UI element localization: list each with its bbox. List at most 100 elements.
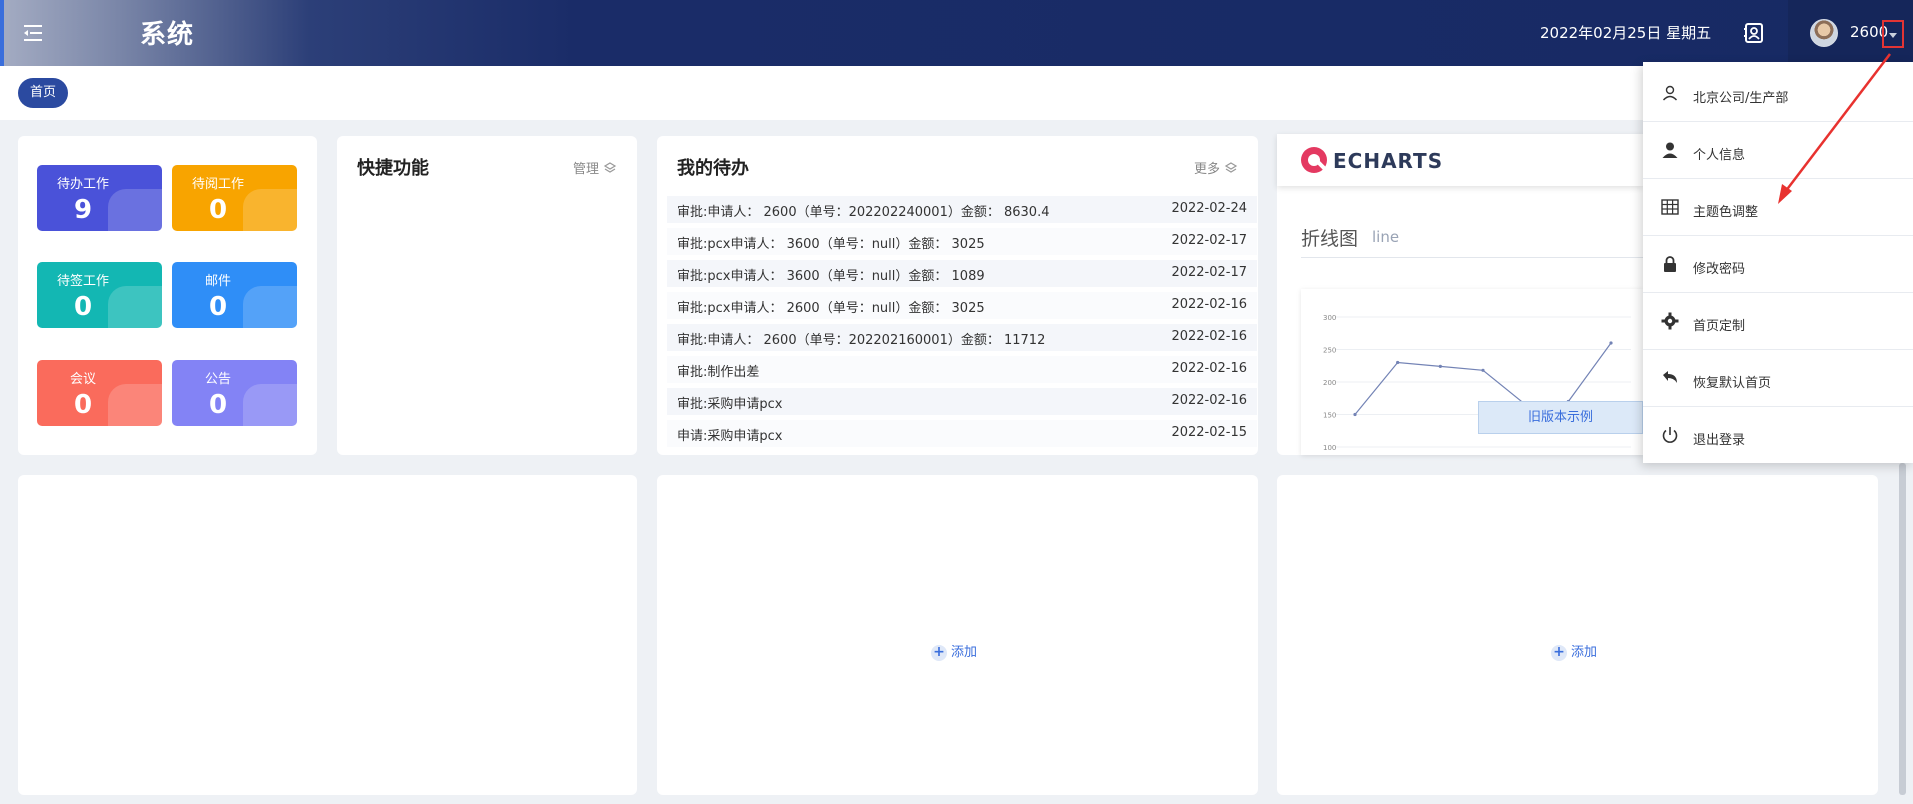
echarts-divider xyxy=(1301,257,1643,258)
stats-card: 待办工作 9 待阅工作 0 待签工作 0 邮件 0 会议 0 公告 0 xyxy=(18,136,317,455)
tile-value: 0 xyxy=(73,390,93,420)
chart-point xyxy=(1609,341,1613,345)
todo-row[interactable]: 审批:申请人： 2600（单号：202202160001）金额： 11712 20… xyxy=(667,324,1257,351)
todo-date: 2022-02-17 xyxy=(1171,233,1247,248)
todo-row[interactable]: 申请:采购申请pcx 2022-02-15 xyxy=(667,420,1257,447)
user-solid-icon xyxy=(1662,142,1678,158)
contacts-icon[interactable] xyxy=(1742,21,1766,45)
tab-home[interactable]: 首页 xyxy=(18,78,69,108)
add-widget-button[interactable]: + 添加 xyxy=(931,641,977,661)
todo-date: 2022-02-24 xyxy=(1171,201,1247,216)
todo-text: 审批:申请人： 2600（单号：202202160001）金额： 11712 xyxy=(677,333,1046,348)
layers-icon xyxy=(1224,162,1238,173)
empty-widget-card-3: + 添加 xyxy=(1277,475,1878,795)
menu-item-logout[interactable]: 退出登录 xyxy=(1643,408,1913,464)
todo-row[interactable]: 审批:采购申请pcx 2022-02-16 xyxy=(667,388,1257,415)
todo-date: 2022-02-16 xyxy=(1171,297,1247,312)
todo-row[interactable]: 审批:pcx申请人： 3600（单号：null）金额： 1089 2022-02-… xyxy=(667,260,1257,287)
tile-label: 会议 xyxy=(69,372,96,387)
gear-icon xyxy=(1661,312,1679,330)
lock-icon xyxy=(1664,256,1676,272)
header-date: 2022年02月25日 星期五 xyxy=(1540,24,1712,42)
grid-icon xyxy=(1661,199,1679,215)
quick-functions-card: 快捷功能 管理 xyxy=(337,136,637,455)
echarts-chart-title: 折线图 xyxy=(1301,228,1359,250)
tile-meeting[interactable]: 会议 0 xyxy=(37,360,162,426)
todo-row[interactable]: 审批:制作出差 2022-02-16 xyxy=(667,356,1257,383)
chart-point xyxy=(1481,368,1485,372)
tile-value: 0 xyxy=(208,292,228,322)
tile-mail[interactable]: 邮件 0 xyxy=(172,262,297,328)
chart-point xyxy=(1438,364,1442,368)
tile-label: 待办工作 xyxy=(56,177,109,192)
echarts-chart-subtitle: line xyxy=(1372,228,1400,246)
empty-widget-card-1 xyxy=(18,475,637,795)
tile-value: 0 xyxy=(208,390,228,420)
echarts-logo-text: ECHARTS xyxy=(1333,149,1444,173)
chart-y-tick-label: 250 xyxy=(1323,347,1336,355)
scrollbar-thumb[interactable] xyxy=(1899,463,1906,795)
more-button[interactable]: 更多 xyxy=(1194,158,1238,177)
system-title: 系统 xyxy=(140,20,195,50)
avatar[interactable] xyxy=(1810,19,1838,47)
tile-label: 待阅工作 xyxy=(191,177,244,192)
tile-to-sign[interactable]: 待签工作 0 xyxy=(37,262,162,328)
power-icon xyxy=(1662,427,1678,443)
user-dropdown-toggle[interactable] xyxy=(1882,20,1904,48)
add-label: 添加 xyxy=(951,645,978,660)
todo-text: 审批:制作出差 xyxy=(677,365,760,380)
old-version-example-button[interactable]: 旧版本示例 xyxy=(1478,401,1643,434)
todo-text: 审批:pcx申请人： 2600（单号：null）金额： 3025 xyxy=(677,301,985,316)
menu-item-theme-color[interactable]: 主题色调整 xyxy=(1643,180,1913,236)
menu-item-label: 北京公司/生产部 xyxy=(1693,91,1789,106)
tile-pending-work[interactable]: 待办工作 9 xyxy=(37,165,162,231)
add-widget-button[interactable]: + 添加 xyxy=(1551,641,1597,661)
manage-button[interactable]: 管理 xyxy=(573,158,617,177)
todo-date: 2022-02-16 xyxy=(1171,329,1247,344)
todo-date: 2022-02-17 xyxy=(1171,265,1247,280)
menu-item-change-password[interactable]: 修改密码 xyxy=(1643,237,1913,293)
todo-row[interactable]: 审批:pcx申请人： 3600（单号：null）金额： 3025 2022-02-… xyxy=(667,228,1257,255)
todo-text: 审批:pcx申请人： 3600（单号：null）金额： 3025 xyxy=(677,237,985,252)
tile-label: 邮件 xyxy=(204,274,231,289)
chart-y-tick-label: 150 xyxy=(1323,412,1336,420)
todo-text: 审批:采购申请pcx xyxy=(677,397,783,412)
todo-text: 审批:pcx申请人： 3600（单号：null）金额： 1089 xyxy=(677,269,985,284)
menu-item-label: 个人信息 xyxy=(1693,148,1746,163)
plus-icon: + xyxy=(931,645,947,661)
echarts-logo-icon xyxy=(1301,147,1327,173)
quick-functions-title: 快捷功能 xyxy=(357,158,429,179)
tile-to-read[interactable]: 待阅工作 0 xyxy=(172,165,297,231)
todo-row[interactable]: 审批:pcx申请人： 2600（单号：null）金额： 3025 2022-02-… xyxy=(667,292,1257,319)
chart-y-tick-label: 300 xyxy=(1323,314,1336,322)
todo-date: 2022-02-16 xyxy=(1171,393,1247,408)
menu-item-label: 修改密码 xyxy=(1693,262,1746,277)
empty-widget-card-2: + 添加 xyxy=(657,475,1258,795)
user-outline-icon xyxy=(1662,85,1678,101)
menu-item-label: 退出登录 xyxy=(1693,433,1746,448)
menu-item-department[interactable]: 北京公司/生产部 xyxy=(1643,66,1913,122)
menu-item-customize-home[interactable]: 首页定制 xyxy=(1643,294,1913,350)
chart-y-tick-label: 100 xyxy=(1323,444,1336,452)
user-dropdown-menu: 北京公司/生产部 个人信息 主题色调整 修改密码 首页定制 恢复默认首页 退出登… xyxy=(1643,62,1913,463)
tile-value: 9 xyxy=(73,195,93,225)
menu-item-label: 主题色调整 xyxy=(1693,205,1759,220)
tile-notice[interactable]: 公告 0 xyxy=(172,360,297,426)
todo-date: 2022-02-15 xyxy=(1171,425,1247,440)
tile-label: 待签工作 xyxy=(56,274,109,289)
todo-text: 审批:申请人： 2600（单号：202202240001）金额： 8630.4 xyxy=(677,205,1050,220)
menu-item-restore-default[interactable]: 恢复默认首页 xyxy=(1643,351,1913,407)
menu-item-profile[interactable]: 个人信息 xyxy=(1643,123,1913,179)
manage-label: 管理 xyxy=(572,162,599,177)
my-todo-card: 我的待办 更多 审批:申请人： 2600（单号：202202240001）金额：… xyxy=(657,136,1258,455)
tab-bar: 首页 xyxy=(0,66,1913,120)
tile-value: 0 xyxy=(73,292,93,322)
todo-text: 申请:采购申请pcx xyxy=(677,429,783,444)
menu-item-label: 恢复默认首页 xyxy=(1693,376,1772,391)
todo-row[interactable]: 审批:申请人： 2600（单号：202202240001）金额： 8630.4 2… xyxy=(667,196,1257,223)
layers-icon xyxy=(603,162,617,173)
menu-collapse-icon[interactable] xyxy=(22,22,46,44)
my-todo-title: 我的待办 xyxy=(677,158,749,179)
menu-item-label: 首页定制 xyxy=(1693,319,1746,334)
top-header: 系统 2022年02月25日 星期五 xyxy=(0,0,1913,66)
